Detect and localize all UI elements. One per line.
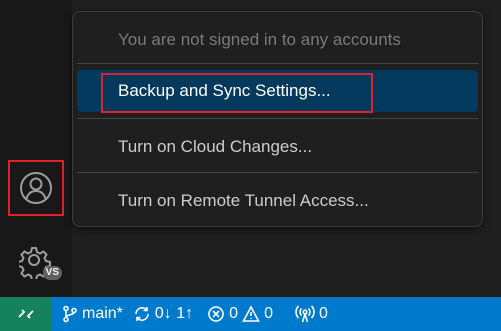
remote-icon: [18, 309, 34, 319]
broadcast-icon: [295, 305, 315, 323]
ports-count: 0: [318, 305, 328, 322]
problems-indicator[interactable]: 0 0: [207, 305, 273, 323]
warning-icon: [242, 305, 260, 322]
manage-button[interactable]: VS: [10, 236, 62, 288]
menu-separator: [77, 172, 478, 173]
sync-icon: [135, 307, 149, 321]
ports-indicator[interactable]: 0: [295, 305, 328, 323]
activity-bar: VS: [0, 0, 72, 297]
accounts-button[interactable]: [8, 160, 64, 216]
error-count: 0: [229, 305, 239, 322]
menu-item-cloud-changes[interactable]: Turn on Cloud Changes...: [77, 126, 478, 168]
accounts-menu: You are not signed in to any accounts Ba…: [72, 11, 483, 227]
menu-item-backup-sync[interactable]: Backup and Sync Settings...: [77, 70, 478, 112]
menu-item-not-signed-in: You are not signed in to any accounts: [118, 30, 401, 49]
remote-indicator[interactable]: [0, 297, 52, 331]
git-branch-icon: [63, 305, 77, 323]
menu-separator: [77, 63, 478, 64]
account-icon: [20, 172, 52, 204]
sync-indicator[interactable]: 0↓ 1↑: [133, 305, 193, 323]
status-bar: main* 0↓ 1↑ 0 0 0: [0, 297, 501, 331]
sync-status: 0↓ 1↑: [154, 305, 194, 322]
branch-name: main*: [82, 305, 123, 322]
profile-badge: VS: [42, 266, 62, 280]
menu-item-remote-tunnel[interactable]: Turn on Remote Tunnel Access...: [77, 180, 478, 222]
warning-count: 0: [264, 305, 273, 322]
branch-indicator[interactable]: main*: [62, 305, 123, 323]
error-icon: [208, 306, 224, 322]
menu-separator: [77, 118, 478, 119]
